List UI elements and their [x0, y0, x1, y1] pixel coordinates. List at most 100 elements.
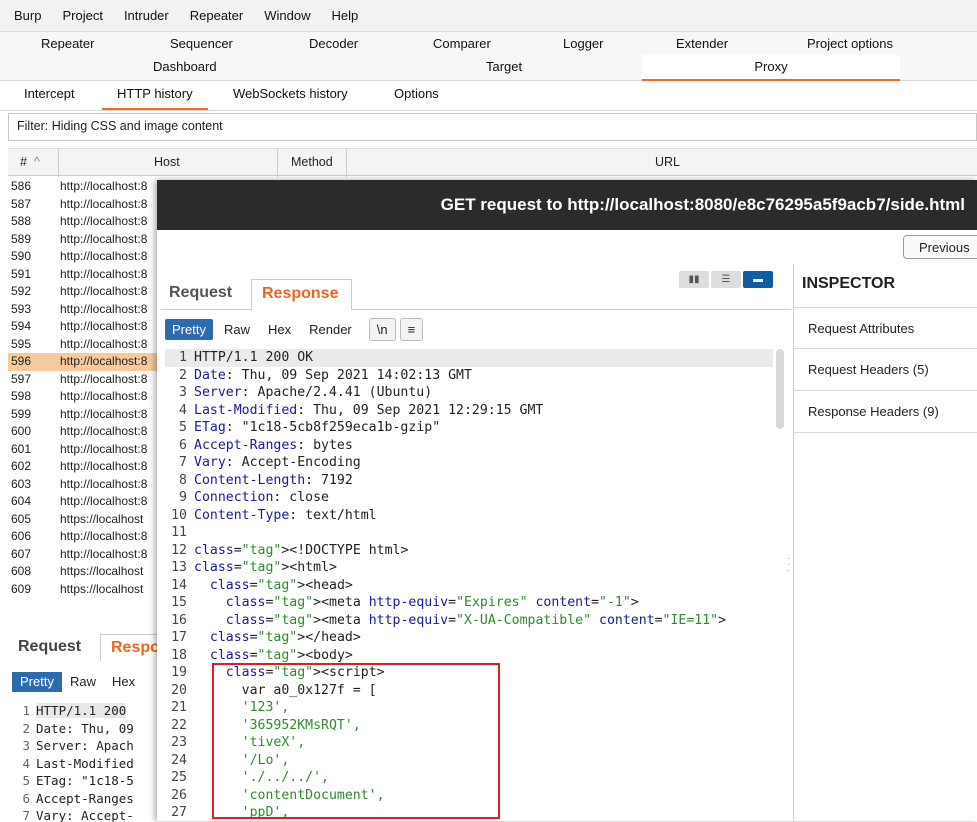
- history-row-host: http://localhost:8: [60, 424, 148, 438]
- raw-button[interactable]: Raw: [217, 319, 257, 340]
- lower-pretty-button[interactable]: Pretty: [12, 672, 62, 692]
- history-row-number: 589: [11, 231, 32, 246]
- popup-title: GET request to http://localhost:8080/e8c…: [157, 180, 977, 230]
- history-row-host: http://localhost:8: [60, 196, 148, 211]
- history-row-host: http://localhost:8: [60, 546, 148, 561]
- pretty-button[interactable]: Pretty: [165, 319, 213, 340]
- history-row[interactable]: 597 http://localhost:8: [8, 371, 158, 389]
- tab-proxy[interactable]: Proxy: [642, 55, 900, 81]
- menu-burp[interactable]: Burp: [14, 8, 41, 23]
- tab-websockets-history[interactable]: WebSockets history: [233, 86, 348, 101]
- history-row[interactable]: 586 http://localhost:8: [8, 178, 158, 196]
- hex-button[interactable]: Hex: [261, 319, 298, 340]
- tab-target[interactable]: Target: [486, 59, 522, 74]
- code-line: 14 class="tag"><head>: [165, 577, 773, 595]
- tab-repeater[interactable]: Repeater: [41, 36, 94, 51]
- menu-icon[interactable]: ≡: [399, 318, 424, 341]
- editor-scrollbar[interactable]: [776, 349, 784, 429]
- split-vertical-icon[interactable]: ☰: [711, 271, 741, 288]
- history-row[interactable]: 604 http://localhost:8: [8, 493, 158, 511]
- lower-hex-button[interactable]: Hex: [104, 672, 143, 692]
- line-number: 3: [22, 738, 30, 753]
- history-row[interactable]: 595 http://localhost:8: [8, 336, 158, 354]
- tab-request[interactable]: Request: [161, 279, 247, 309]
- tab-response[interactable]: Response: [251, 279, 352, 310]
- history-row[interactable]: 607 http://localhost:8: [8, 546, 158, 564]
- history-row-number: 588: [11, 214, 32, 228]
- history-row-number: 597: [11, 371, 32, 386]
- tab-intercept[interactable]: Intercept: [24, 86, 75, 101]
- col-host[interactable]: Host: [154, 155, 180, 169]
- tab-comparer[interactable]: Comparer: [433, 36, 491, 51]
- line-text: class="tag"><html>: [194, 560, 337, 575]
- history-row[interactable]: 600 http://localhost:8: [8, 423, 158, 441]
- history-row-number: 608: [11, 564, 32, 578]
- history-row[interactable]: 608 https://localhost: [8, 563, 158, 581]
- tab-extender[interactable]: Extender: [676, 36, 728, 51]
- history-row[interactable]: 601 http://localhost:8: [8, 441, 158, 459]
- history-row-host: http://localhost:8: [60, 389, 148, 403]
- history-row[interactable]: 593 http://localhost:8: [8, 301, 158, 319]
- line-text: class="tag"><meta http-equiv="X-UA-Compa…: [225, 612, 727, 628]
- history-row[interactable]: 605 https://localhost: [8, 511, 158, 529]
- lower-raw-button[interactable]: Raw: [62, 672, 104, 692]
- tab-dashboard[interactable]: Dashboard: [153, 59, 217, 74]
- history-row[interactable]: 596 http://localhost:8: [8, 353, 158, 371]
- history-table-header: # ^ Host Method URL: [8, 148, 977, 177]
- menu-intruder[interactable]: Intruder: [124, 8, 169, 23]
- menu-window[interactable]: Window: [264, 8, 310, 23]
- previous-button[interactable]: Previous: [903, 235, 977, 259]
- inspector-title: INSPECTOR: [802, 275, 896, 292]
- history-row[interactable]: 590 http://localhost:8: [8, 248, 158, 266]
- history-row[interactable]: 588 http://localhost:8: [8, 213, 158, 231]
- filter-bar[interactable]: Filter: Hiding CSS and image content: [8, 113, 977, 141]
- lower-code-line: 5 ETag: "1c18-5: [10, 772, 160, 790]
- tab-decoder[interactable]: Decoder: [309, 36, 358, 51]
- history-row[interactable]: 599 http://localhost:8: [8, 406, 158, 424]
- render-button[interactable]: Render: [302, 319, 359, 340]
- history-row[interactable]: 603 http://localhost:8: [8, 476, 158, 494]
- inspector-request-headers[interactable]: Request Headers (5): [794, 349, 977, 391]
- history-row[interactable]: 594 http://localhost:8: [8, 318, 158, 336]
- history-row-number: 604: [11, 494, 32, 508]
- line-text: ETag: "1c18-5: [36, 773, 134, 788]
- history-row[interactable]: 598 http://localhost:8: [8, 388, 158, 406]
- history-row-number: 609: [11, 581, 32, 596]
- lower-response-editor[interactable]: 1 HTTP/1.1 200 2 Date: Thu, 09 3 Server: Apac…: [10, 702, 160, 822]
- history-row[interactable]: 606 http://localhost:8: [8, 528, 158, 546]
- layout-toggle: ▮▮ ☰ ▬: [679, 271, 775, 288]
- newline-toggle-icon[interactable]: \n: [368, 318, 396, 341]
- menu-repeater[interactable]: Repeater: [190, 8, 243, 23]
- tab-sequencer[interactable]: Sequencer: [170, 36, 233, 51]
- history-row[interactable]: 592 http://localhost:8: [8, 283, 158, 301]
- history-row[interactable]: 602 http://localhost:8: [8, 458, 158, 476]
- history-row-number: 605: [11, 511, 32, 526]
- history-row-number: 590: [11, 249, 32, 263]
- menu-project[interactable]: Project: [62, 8, 102, 23]
- history-row-host: http://localhost:8: [60, 529, 148, 543]
- split-horizontal-icon[interactable]: ▮▮: [679, 271, 709, 288]
- code-line: 4 Last-Modified: Thu, 09 Sep 2021 12:29:1…: [165, 402, 773, 420]
- single-pane-icon[interactable]: ▬: [743, 271, 773, 288]
- line-number: 21: [171, 700, 187, 715]
- tab-logger[interactable]: Logger: [563, 36, 603, 51]
- history-row[interactable]: 591 http://localhost:8: [8, 266, 158, 284]
- menu-help[interactable]: Help: [331, 8, 358, 23]
- inspector-response-headers[interactable]: Response Headers (9): [794, 391, 977, 433]
- line-number: 19: [171, 665, 187, 680]
- history-row[interactable]: 587 http://localhost:8: [8, 196, 158, 214]
- sort-ascending-icon[interactable]: ^: [34, 155, 40, 169]
- tab-http-history[interactable]: HTTP history: [102, 86, 208, 110]
- history-row-host: https://localhost: [60, 581, 144, 596]
- history-row[interactable]: 609 https://localhost: [8, 581, 158, 599]
- col-url[interactable]: URL: [655, 155, 680, 169]
- tab-project-options[interactable]: Project options: [807, 36, 893, 51]
- col-number[interactable]: #: [20, 155, 27, 169]
- inspector-request-attributes[interactable]: Request Attributes: [794, 307, 977, 349]
- history-row[interactable]: 589 http://localhost:8: [8, 231, 158, 249]
- line-text: Accept-Ranges: bytes: [194, 437, 353, 453]
- lower-tab-request[interactable]: Request: [12, 634, 87, 660]
- col-method[interactable]: Method: [291, 155, 333, 169]
- pane-resize-handle[interactable]: · · ·: [787, 554, 791, 576]
- tab-options[interactable]: Options: [394, 86, 439, 101]
